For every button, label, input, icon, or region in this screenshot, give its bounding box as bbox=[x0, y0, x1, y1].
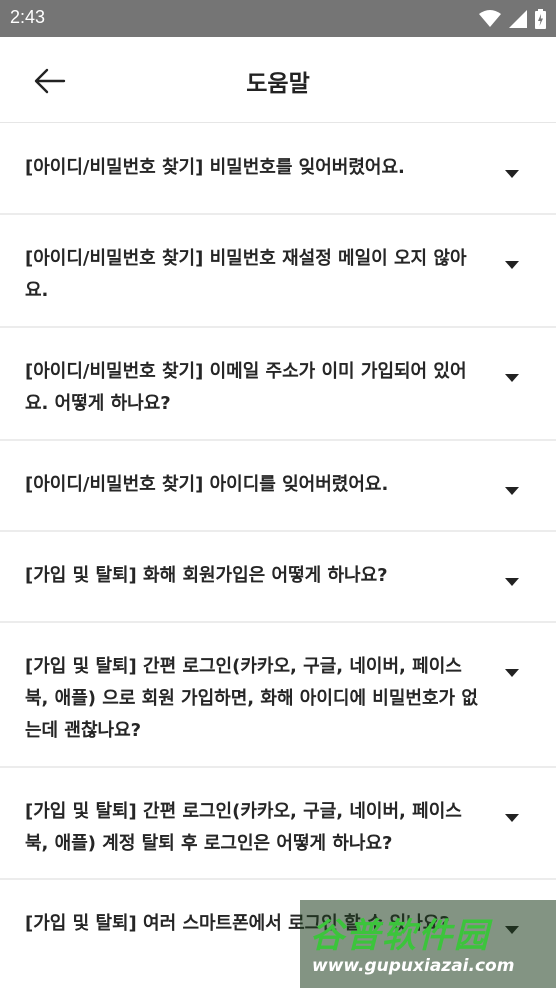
app-bar: 도움말 bbox=[0, 37, 556, 123]
faq-question: [아이디/비밀번호 찾기] 비밀번호 재설정 메일이 오지 않아요. bbox=[25, 248, 467, 301]
faq-question: [가입 및 탈퇴] 간편 로그인(카카오, 구글, 네이버, 페이스북, 애플)… bbox=[25, 656, 478, 741]
faq-item[interactable]: [아이디/비밀번호 찾기] 이메일 주소가 이미 가입되어 있어요. 어떻게 하… bbox=[0, 328, 556, 441]
expand-arrow-icon bbox=[505, 170, 519, 178]
faq-item[interactable]: [가입 및 탈퇴] 간편 로그인(카카오, 구글, 네이버, 페이스북, 애플)… bbox=[0, 768, 556, 880]
faq-item[interactable]: [가입 및 탈퇴] 화해 회원가입은 어떻게 하나요? bbox=[0, 532, 556, 623]
faq-question: [가입 및 탈퇴] 화해 회원가입은 어떻게 하나요? bbox=[25, 565, 388, 586]
faq-question: [아이디/비밀번호 찾기] 아이디를 잊어버렸어요. bbox=[25, 474, 389, 495]
status-time: 2:43 bbox=[10, 7, 46, 27]
wifi-icon bbox=[479, 10, 501, 27]
faq-item[interactable]: [아이디/비밀번호 찾기] 비밀번호 재설정 메일이 오지 않아요. bbox=[0, 215, 556, 328]
faq-question: [아이디/비밀번호 찾기] 비밀번호를 잊어버렸어요. bbox=[25, 157, 405, 178]
signal-icon bbox=[509, 10, 527, 28]
watermark-url: www.gupuxiazai.com bbox=[312, 956, 515, 976]
faq-item[interactable]: [가입 및 탈퇴] 간편 로그인(카카오, 구글, 네이버, 페이스북, 애플)… bbox=[0, 623, 556, 768]
page-title: 도움말 bbox=[246, 71, 310, 97]
faq-question: [가입 및 탈퇴] 간편 로그인(카카오, 구글, 네이버, 페이스북, 애플)… bbox=[25, 801, 462, 854]
faq-list: [아이디/비밀번호 찾기] 비밀번호를 잊어버렸어요. [아이디/비밀번호 찾기… bbox=[0, 123, 556, 988]
watermark-title: 谷普软件园 bbox=[310, 916, 490, 956]
expand-arrow-icon bbox=[505, 374, 519, 382]
expand-arrow-icon bbox=[505, 261, 519, 269]
watermark: 谷普软件园 www.gupuxiazai.com bbox=[300, 900, 556, 988]
faq-question: [아이디/비밀번호 찾기] 이메일 주소가 이미 가입되어 있어요. 어떻게 하… bbox=[25, 361, 467, 414]
status-bar: 2:43 bbox=[0, 0, 556, 37]
status-icons bbox=[479, 9, 546, 29]
battery-icon bbox=[535, 9, 546, 29]
faq-item[interactable]: [아이디/비밀번호 찾기] 아이디를 잊어버렸어요. bbox=[0, 441, 556, 532]
expand-arrow-icon bbox=[505, 578, 519, 586]
expand-arrow-icon bbox=[505, 814, 519, 822]
expand-arrow-icon bbox=[505, 669, 519, 677]
expand-arrow-icon bbox=[505, 487, 519, 495]
faq-item[interactable]: [아이디/비밀번호 찾기] 비밀번호를 잊어버렸어요. bbox=[0, 123, 556, 215]
